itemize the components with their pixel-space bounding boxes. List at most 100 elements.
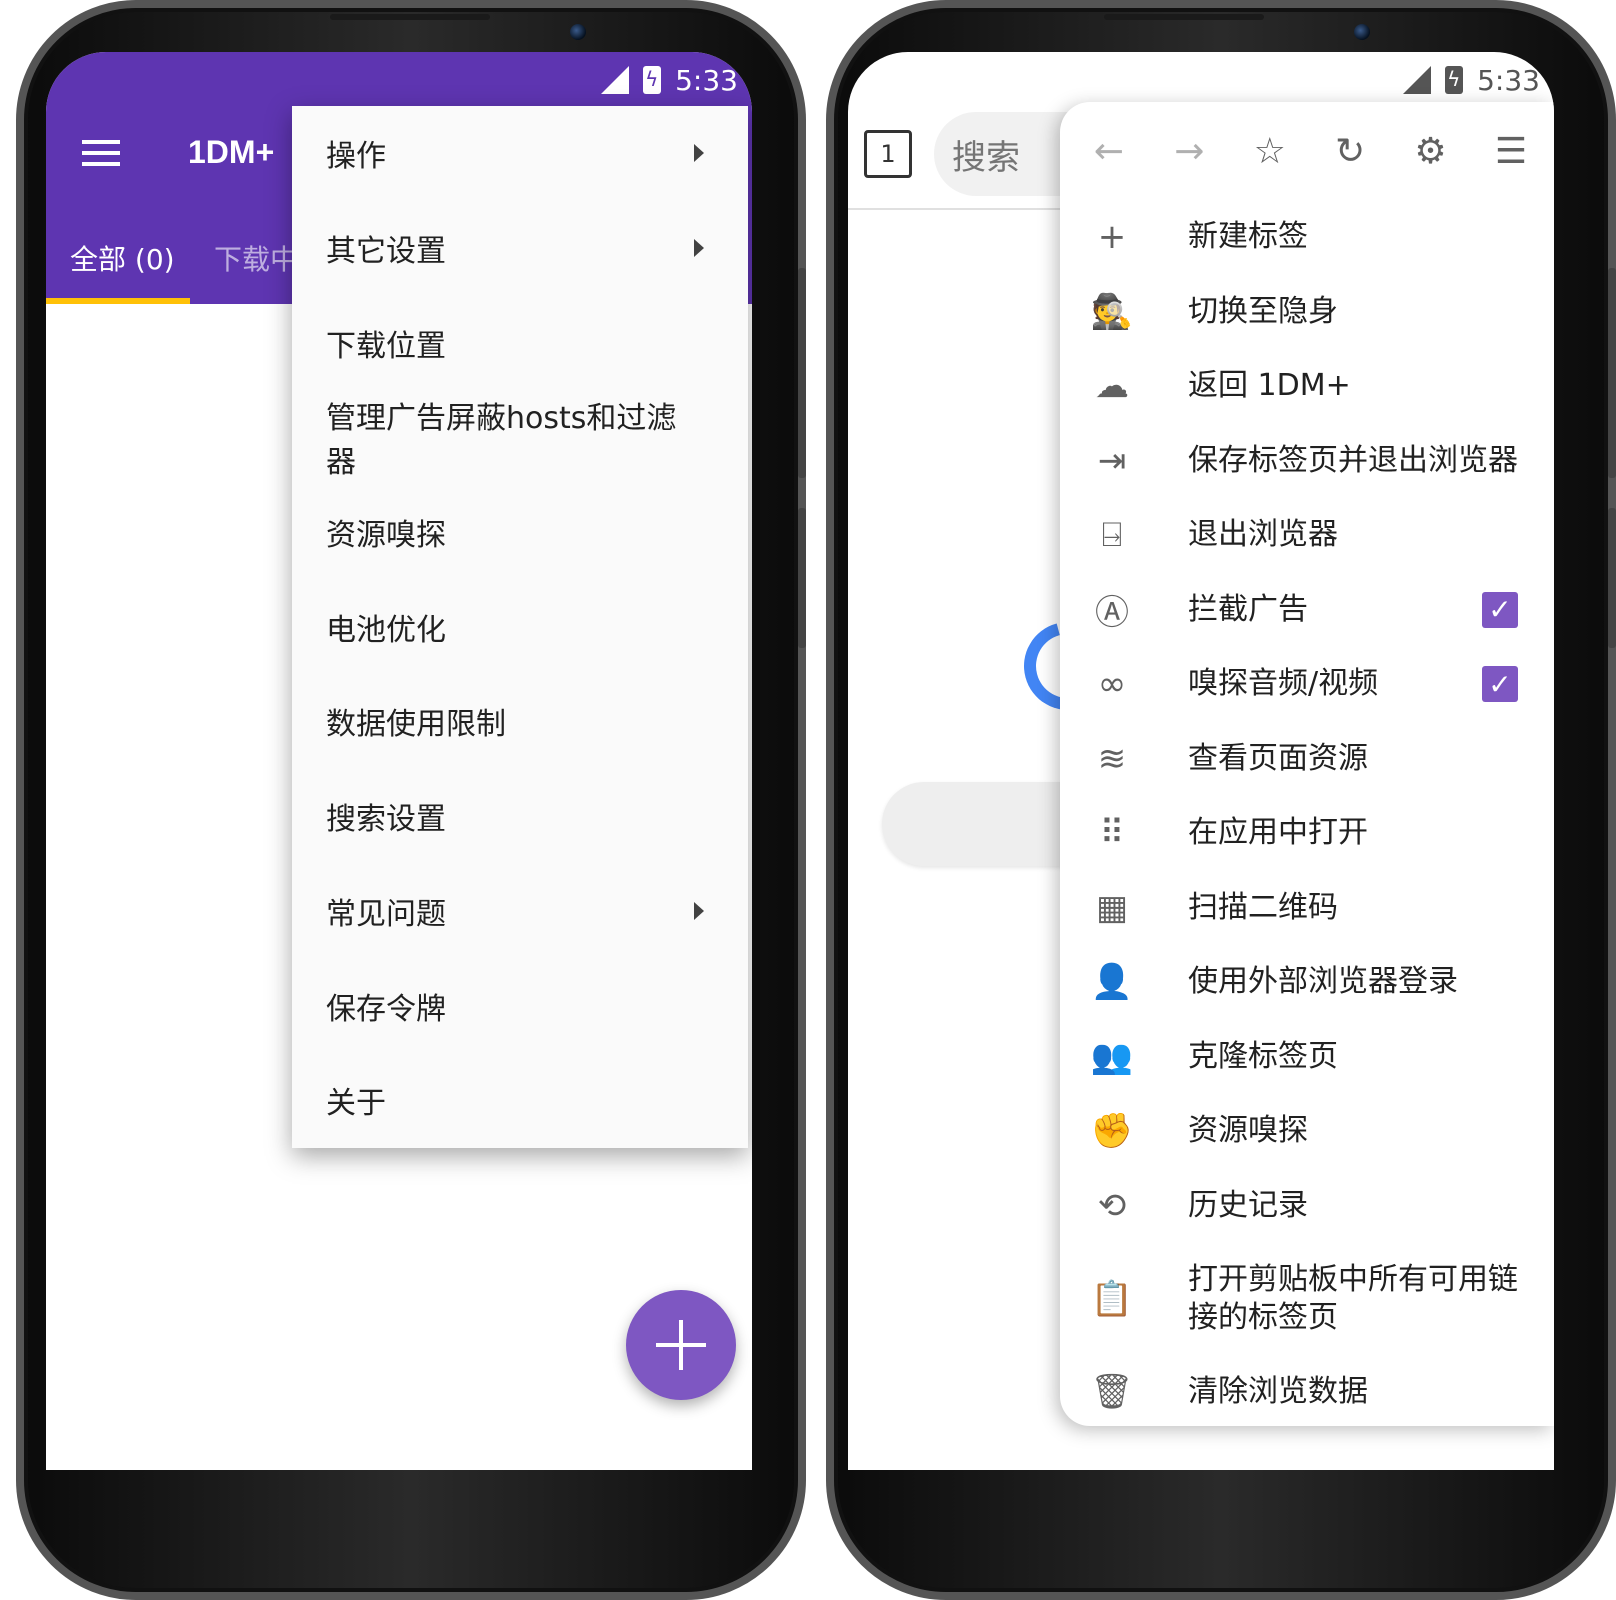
browser-menu-item[interactable]: 👥 克隆标签页 — [1060, 1020, 1554, 1095]
menu-item[interactable]: 搜索设置 — [292, 769, 748, 864]
menu-item-label: 常见问题 — [326, 896, 446, 932]
menu-item-label: 操作 — [326, 139, 386, 175]
binoculars-icon: ∞ — [1097, 664, 1127, 705]
browser-menu-item-label: 资源嗅探 — [1188, 1113, 1308, 1149]
screen-left: 5:33 1DM+ 全部 (0) 下载中 操作其它设置下载位置管理广告屏蔽hos… — [46, 52, 752, 1470]
power-button — [1608, 508, 1616, 648]
browser-menu-item[interactable]: 📋 打开剪贴板中所有可用链接的标签页 — [1060, 1243, 1554, 1355]
browser-menu-item-label: 返回 1DM+ — [1188, 368, 1351, 404]
browser-menu-item-label: 退出浏览器 — [1188, 517, 1338, 553]
battery-charging-icon — [643, 66, 662, 94]
hamburger-menu-icon[interactable] — [82, 140, 120, 166]
browser-menu-item[interactable]: ≋ 查看页面资源 — [1060, 722, 1554, 797]
checkbox-checked[interactable]: ✓ — [1482, 666, 1518, 703]
menu-item[interactable]: 其它设置 — [292, 201, 748, 296]
browser-menu-item-label: 历史记录 — [1188, 1187, 1308, 1223]
incognito-icon: 🕵 — [1090, 291, 1134, 332]
layers-icon: ≋ — [1097, 738, 1127, 779]
menu-item-label: 关于 — [326, 1086, 386, 1122]
power-button — [798, 508, 806, 648]
menu-item[interactable]: 电池优化 — [292, 579, 748, 674]
screen-right: 5:33 1 搜索 ← → ☆ ↻ ⚙ ☰ +新建标签🕵切换至隐身☁返回 1DM… — [848, 52, 1554, 1470]
browser-menu-item[interactable]: ▦ 扫描二维码 — [1060, 871, 1554, 946]
submenu-arrow-icon — [694, 144, 704, 163]
history-icon: ⟲ — [1097, 1185, 1127, 1226]
battery-charging-icon — [1445, 66, 1464, 94]
add-download-button[interactable] — [626, 1290, 736, 1400]
browser-menu-item[interactable]: 👤 使用外部浏览器登录 — [1060, 945, 1554, 1020]
browser-menu-toolbar: ← → ☆ ↻ ⚙ ☰ — [1060, 102, 1554, 200]
browser-menu-item-label: 嗅探音频/视频 — [1188, 666, 1379, 702]
cloud-download-icon: ☁ — [1095, 366, 1129, 407]
menu-item-label: 资源嗅探 — [326, 518, 446, 554]
tab-all[interactable]: 全部 (0) — [70, 238, 175, 278]
menu-item-label: 下载位置 — [326, 328, 446, 364]
browser-menu-item[interactable]: ☁ 返回 1DM+ — [1060, 349, 1554, 424]
status-bar: 5:33 — [46, 52, 752, 108]
browser-menu-item-label: 清除浏览数据 — [1188, 1374, 1368, 1410]
fist-icon: ✊ — [1090, 1111, 1134, 1152]
tab-indicator — [46, 298, 190, 304]
menu-item[interactable]: 数据使用限制 — [292, 674, 748, 769]
browser-menu-item-label: 在应用中打开 — [1188, 815, 1368, 851]
front-camera — [570, 24, 586, 40]
menu-item[interactable]: 关于 — [292, 1053, 748, 1148]
clipboard-check-icon: 📋 — [1090, 1279, 1134, 1319]
tab-count-button[interactable]: 1 — [864, 130, 912, 178]
signal-icon — [601, 66, 630, 94]
browser-menu-list: + 新建标签 🕵 切换至隐身 ☁ 返回 1DM+ ⇥ 保存标签页并退出浏览器 ⍈ 退出浏览器 Ⓐ 拦截… — [1060, 200, 1554, 1430]
menu-item-label: 其它设置 — [326, 234, 446, 270]
ad-block-icon: Ⓐ — [1095, 593, 1129, 634]
refresh-icon[interactable]: ↻ — [1327, 128, 1373, 174]
browser-menu-item[interactable]: ⠿ 在应用中打开 — [1060, 796, 1554, 871]
browser-menu-item[interactable]: ⟲ 历史记录 — [1060, 1169, 1554, 1244]
browser-menu-item-label: 切换至隐身 — [1188, 293, 1338, 329]
browser-menu-item[interactable]: ⍈ 退出浏览器 — [1060, 498, 1554, 573]
menu-item[interactable]: 资源嗅探 — [292, 485, 748, 580]
tab-downloading[interactable]: 下载中 — [214, 238, 298, 278]
browser-menu-item-label: 新建标签 — [1188, 219, 1308, 255]
phone-frame-left: 5:33 1DM+ 全部 (0) 下载中 操作其它设置下载位置管理广告屏蔽hos… — [16, 0, 806, 1600]
overflow-menu: 操作其它设置下载位置管理广告屏蔽hosts和过滤器资源嗅探电池优化数据使用限制搜… — [292, 106, 748, 1148]
browser-menu-item-label: 拦截广告 — [1188, 591, 1308, 627]
front-camera — [1354, 24, 1370, 40]
menu-item[interactable]: 管理广告屏蔽hosts和过滤器 — [292, 390, 748, 485]
back-arrow-icon[interactable]: ← — [1086, 128, 1132, 174]
browser-menu-item-label: 打开剪贴板中所有可用链接的标签页 — [1188, 1262, 1518, 1335]
browser-menu-item[interactable]: Ⓐ 拦截广告 ✓ — [1060, 573, 1554, 648]
menu-item[interactable]: 操作 — [292, 106, 748, 201]
menu-item[interactable]: 保存令牌 — [292, 958, 748, 1053]
browser-menu-item[interactable]: ⇥ 保存标签页并退出浏览器 — [1060, 424, 1554, 499]
earpiece-speaker — [1104, 14, 1264, 20]
status-time: 5:33 — [675, 63, 738, 97]
browser-menu-item-label: 克隆标签页 — [1188, 1038, 1338, 1074]
app-title: 1DM+ — [188, 134, 275, 170]
menu-item-label: 管理广告屏蔽hosts和过滤器 — [326, 401, 677, 481]
status-time: 5:33 — [1477, 63, 1540, 97]
browser-menu-item[interactable]: + 新建标签 — [1060, 200, 1554, 275]
browser-menu-item[interactable]: 🕵 切换至隐身 — [1060, 275, 1554, 350]
menu-item-label: 搜索设置 — [326, 802, 446, 838]
signal-icon — [1403, 66, 1432, 94]
earpiece-speaker — [330, 14, 490, 20]
browser-menu-item[interactable]: ∞ 嗅探音频/视频 ✓ — [1060, 647, 1554, 722]
phone-frame-right: 5:33 1 搜索 ← → ☆ ↻ ⚙ ☰ +新建标签🕵切换至隐身☁返回 1DM… — [826, 0, 1616, 1600]
status-bar: 5:33 — [848, 52, 1554, 108]
browser-menu: ← → ☆ ↻ ⚙ ☰ + 新建标签 🕵 切换至隐身 ☁ 返回 1DM+ ⇥ 保存标签页并退出… — [1060, 102, 1554, 1426]
star-icon[interactable]: ☆ — [1247, 128, 1293, 174]
plus-icon: + — [1097, 217, 1127, 258]
user-lock-icon: 👤 — [1090, 962, 1134, 1003]
browser-menu-item[interactable]: 🗑 清除浏览数据 — [1060, 1355, 1554, 1430]
server-settings-icon[interactable]: ☰ — [1488, 128, 1534, 174]
menu-item[interactable]: 下载位置 — [292, 295, 748, 390]
save-exit-icon: ⇥ — [1097, 440, 1127, 481]
volume-button — [1608, 268, 1616, 478]
checkbox-checked[interactable]: ✓ — [1482, 591, 1518, 628]
forward-arrow-icon[interactable]: → — [1166, 128, 1212, 174]
submenu-arrow-icon — [694, 239, 704, 258]
menu-item[interactable]: 常见问题 — [292, 864, 748, 959]
settings-gear-icon[interactable]: ⚙ — [1408, 128, 1454, 174]
trash-icon: 🗑 — [1090, 1372, 1134, 1413]
menu-item-label: 电池优化 — [326, 612, 446, 648]
browser-menu-item[interactable]: ✊ 资源嗅探 — [1060, 1094, 1554, 1169]
